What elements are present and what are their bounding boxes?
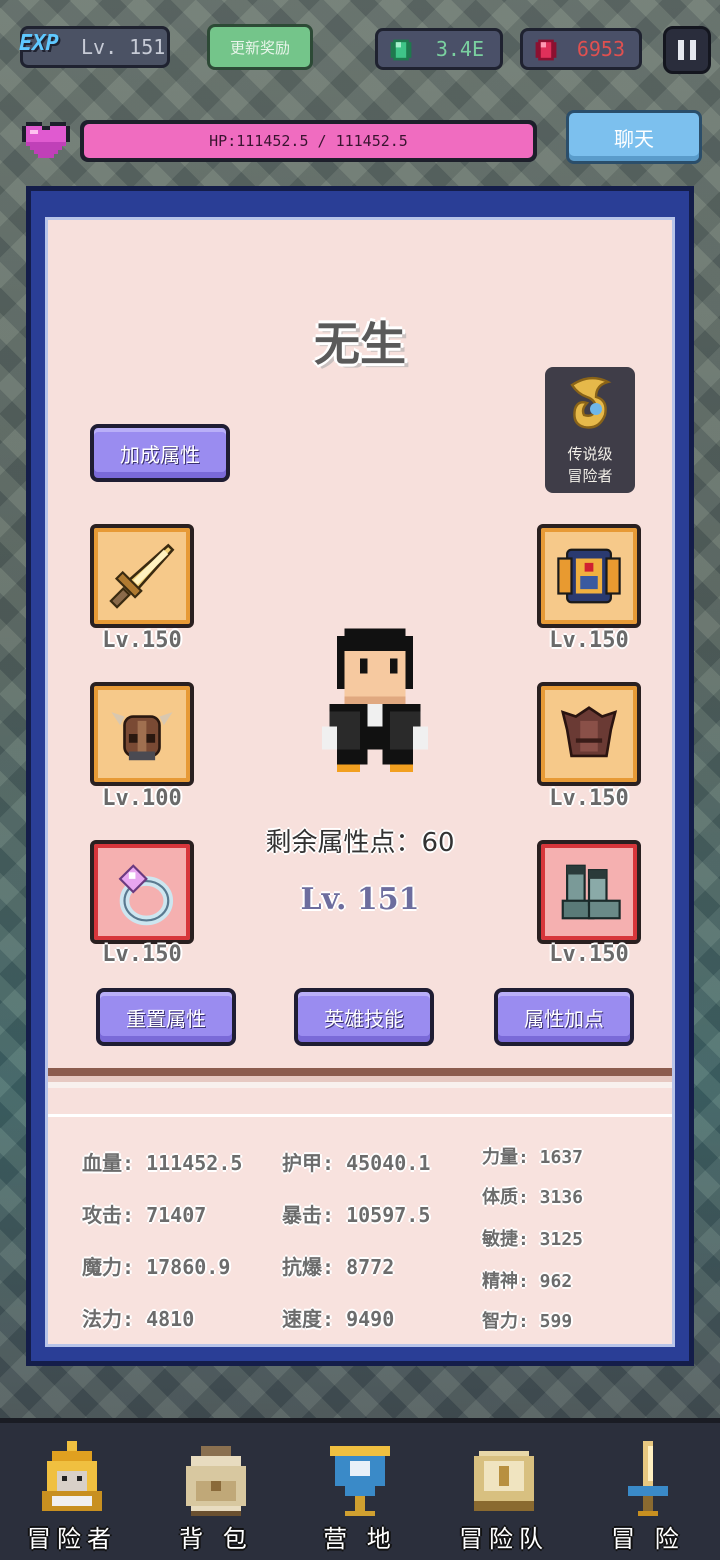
nav-adventurer-label: 冒险者	[27, 1525, 117, 1553]
player-level: Lv. 151	[81, 35, 166, 59]
sword-nav-icon	[628, 1441, 668, 1516]
rank-line-2: 冒险者	[567, 467, 613, 485]
sword-icon	[109, 543, 175, 609]
hero-name: 无生	[314, 317, 406, 371]
chat-button[interactable]: 聊天	[566, 110, 702, 164]
hp-fill: HP:111452.5 / 111452.5	[84, 124, 533, 158]
hero-panel: 无生 传说级 冒险者 加成属性 Lv.150 Lv.100 Lv.150 Lv.…	[26, 186, 694, 1366]
update-reward-button[interactable]: 更新奖励	[207, 24, 313, 70]
heart-icon	[22, 122, 70, 158]
stat-crit: 暴击: 10597.5	[282, 1203, 431, 1227]
emerald-icon	[390, 39, 412, 61]
rank-badge[interactable]: 传说级 冒险者	[545, 367, 635, 493]
hero-panel-content: 无生 传说级 冒险者 加成属性 Lv.150 Lv.100 Lv.150 Lv.…	[45, 217, 675, 1347]
nav-adventure-label: 冒 险	[611, 1525, 685, 1553]
nav-backpack[interactable]: 背 包	[144, 1423, 288, 1560]
stat-magic: 魔力: 17860.9	[82, 1255, 231, 1279]
stat-hp: 血量: 111452.5	[82, 1151, 243, 1175]
stat-constitution: 体质: 3136	[482, 1187, 584, 1208]
helmet-slot[interactable]	[90, 682, 194, 786]
nav-camp-label: 营 地	[323, 1525, 397, 1553]
reset-attributes-button[interactable]: 重置属性	[96, 988, 236, 1046]
bottom-nav: 冒险者 背 包 营 地 冒险队 冒 险	[0, 1418, 720, 1560]
book-icon	[474, 1451, 534, 1511]
nav-adventurer[interactable]: 冒险者	[0, 1423, 144, 1560]
armor-slot[interactable]	[537, 682, 641, 786]
weapon-level: Lv.150	[102, 628, 182, 653]
spiked-armor-icon	[560, 706, 618, 758]
gem-amount: 3.4E	[435, 37, 484, 61]
gem-currency[interactable]: 3.4E	[375, 28, 503, 70]
exp-level-pill: EXP Lv. 151	[19, 26, 170, 68]
bonus-attributes-button[interactable]: 加成属性	[90, 424, 230, 482]
stat-spirit: 精神: 962	[482, 1271, 573, 1292]
weapon-slot[interactable]	[90, 524, 194, 628]
stat-anti-crit: 抗爆: 8772	[282, 1255, 395, 1279]
ruby-amount: 6953	[576, 37, 625, 61]
crown-helmet-icon	[42, 1441, 102, 1511]
hero-character-sprite	[322, 628, 428, 773]
chest-armor-slot[interactable]	[537, 524, 641, 628]
stat-attack: 攻击: 71407	[82, 1203, 207, 1227]
backpack-icon	[186, 1446, 246, 1516]
stat-armor: 护甲: 45040.1	[282, 1151, 431, 1175]
remaining-points: 剩余属性点：60	[265, 828, 455, 858]
pause-button[interactable]	[663, 26, 711, 74]
hero-skill-button[interactable]: 英雄技能	[294, 988, 434, 1046]
stat-speed: 速度: 9490	[282, 1307, 395, 1331]
horned-helmet-icon	[111, 712, 173, 761]
stat-agility: 敏捷: 3125	[482, 1229, 584, 1250]
section-divider	[48, 1068, 672, 1088]
armor-level: Lv.150	[549, 786, 629, 811]
chest-armor-level: Lv.150	[549, 628, 629, 653]
ornate-armor-icon	[557, 548, 621, 604]
hp-bar: HP:111452.5 / 111452.5	[80, 120, 537, 162]
rank-line-1: 传说级	[567, 445, 613, 463]
stat-intelligence: 智力: 599	[482, 1311, 573, 1332]
stat-strength: 力量: 1637	[482, 1147, 584, 1168]
exp-badge: EXP	[19, 31, 59, 56]
ruby-currency[interactable]: 6953	[520, 28, 642, 70]
nav-camp[interactable]: 营 地	[288, 1423, 432, 1560]
helmet-level: Lv.100	[102, 786, 182, 811]
nav-party-label: 冒险队	[459, 1525, 549, 1553]
boots-level: Lv.150	[549, 942, 629, 967]
nav-adventure[interactable]: 冒 险	[576, 1423, 720, 1560]
top-bar: EXP Lv. 151 更新奖励 3.4E 6953 HP:111452.5 /…	[0, 0, 720, 180]
nav-party[interactable]: 冒险队	[432, 1423, 576, 1560]
hp-text: HP:111452.5 / 111452.5	[209, 132, 408, 150]
stats-section: 血量: 111452.5 护甲: 45040.1 力量: 1637 攻击: 71…	[48, 1114, 672, 1344]
legendary-emblem-icon	[570, 377, 612, 429]
stat-mana: 法力: 4810	[82, 1307, 195, 1331]
hero-level: Lv. 151	[300, 882, 420, 917]
ring-level: Lv.150	[102, 942, 182, 967]
add-attribute-points-button[interactable]: 属性加点	[494, 988, 634, 1046]
banner-trophy-icon	[330, 1446, 390, 1516]
pause-icon	[678, 40, 684, 60]
ruby-icon	[535, 39, 557, 61]
nav-backpack-label: 背 包	[179, 1525, 253, 1553]
